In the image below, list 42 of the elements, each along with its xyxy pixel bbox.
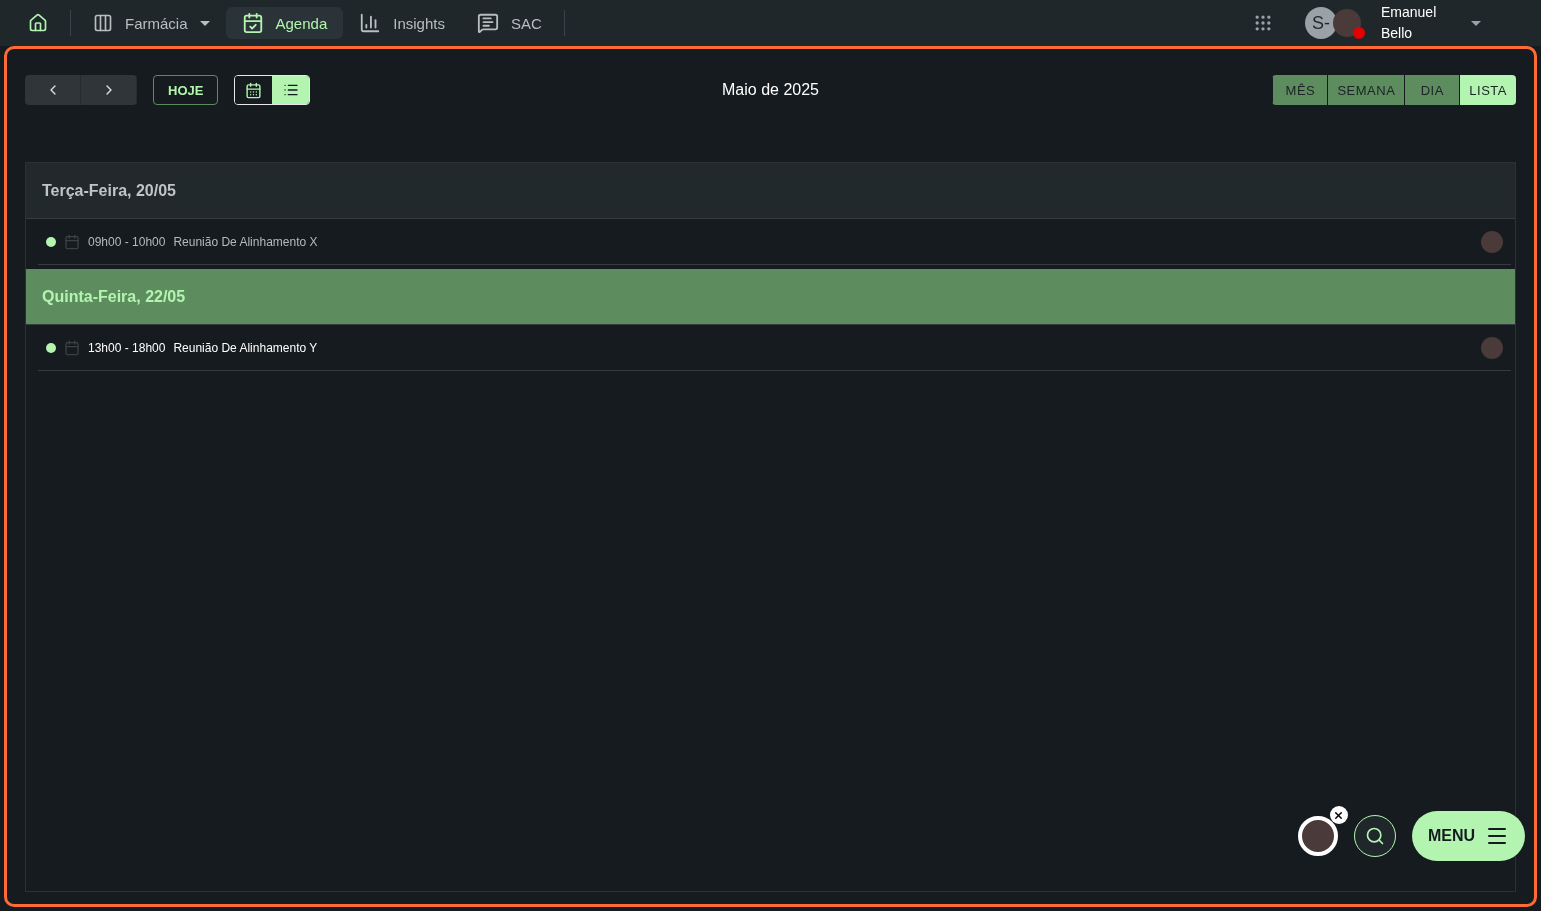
nav-tab[interactable]: SAC (460, 7, 558, 39)
today-button[interactable]: HOJE (153, 75, 219, 105)
caret-icon[interactable] (1471, 20, 1481, 26)
avatar (1333, 9, 1361, 37)
day-header: Quinta-Feira, 22/05 (26, 269, 1515, 325)
view-tab[interactable]: DIA (1404, 75, 1460, 105)
calendar-icon (64, 233, 80, 250)
nav-tab[interactable]: Farmácia (77, 7, 226, 39)
view-tab[interactable]: LISTA (1459, 75, 1516, 105)
event-title[interactable]: Reunião De Alinhamento Y (173, 340, 318, 355)
home-icon[interactable] (28, 13, 48, 33)
menu-button[interactable]: MENU (1411, 811, 1525, 861)
event-dot (46, 236, 56, 247)
nav-tab[interactable]: Insights (343, 7, 461, 39)
caret-icon (199, 20, 210, 26)
chat-icon (476, 12, 499, 34)
calendar-icon (241, 12, 264, 34)
avatar (1481, 336, 1503, 359)
initials-avatar: S- (1305, 7, 1337, 39)
search-button[interactable] (1353, 815, 1396, 857)
close-icon[interactable] (1329, 806, 1348, 824)
calendar-icon (245, 81, 263, 99)
view-tab[interactable]: MÊS (1272, 75, 1328, 105)
event-title[interactable]: Reunião De Alinhamento X (173, 234, 318, 249)
calendar-icon (64, 339, 80, 356)
avatar (1481, 230, 1503, 253)
status-dot (1353, 27, 1365, 39)
event-dot (46, 342, 56, 353)
calendar-title: Maio de 2025 (722, 81, 819, 99)
event-time: 09h00 - 10h00 (88, 234, 166, 249)
event-time: 13h00 - 18h00 (88, 340, 166, 355)
board-icon (93, 13, 113, 33)
bar-chart-icon (359, 12, 382, 34)
list-view-button[interactable] (272, 76, 310, 104)
user-name[interactable]: Emanuel Bello (1381, 2, 1471, 44)
apps-grid-icon[interactable] (1253, 13, 1273, 33)
day-header: Terça-Feira, 20/05 (26, 163, 1515, 219)
view-tab[interactable]: SEMANA (1327, 75, 1405, 105)
list-icon (282, 82, 299, 98)
search-icon (1364, 826, 1385, 846)
avatar[interactable] (1297, 816, 1338, 856)
nav-tab[interactable]: Agenda (225, 7, 344, 39)
